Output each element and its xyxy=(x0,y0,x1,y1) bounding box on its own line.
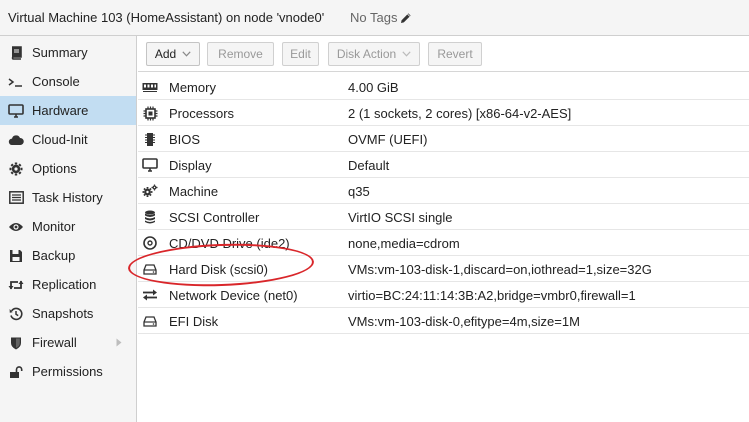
hardware-name: Hard Disk (scsi0) xyxy=(169,262,268,277)
shield-icon xyxy=(8,335,24,351)
history-icon xyxy=(8,306,24,322)
disk-action-button[interactable]: Disk Action xyxy=(328,42,420,66)
cogs-icon xyxy=(142,183,158,199)
hardware-value: q35 xyxy=(348,184,370,199)
table-row-processors[interactable]: Processors 2 (1 sockets, 2 cores) [x86-6… xyxy=(138,100,749,126)
sidebar-item-snapshots[interactable]: Snapshots xyxy=(0,299,136,328)
revert-button-label: Revert xyxy=(437,47,473,61)
chevron-right-icon[interactable] xyxy=(116,338,122,347)
sidebar-item-label: Options xyxy=(32,161,77,176)
sidebar-item-label: Hardware xyxy=(32,103,89,118)
table-row-bios[interactable]: BIOS OVMF (UEFI) xyxy=(138,126,749,152)
hardware-value: 4.00 GiB xyxy=(348,80,399,95)
sidebar-item-task-history[interactable]: Task History xyxy=(0,183,136,212)
memory-icon xyxy=(142,79,158,95)
sidebar-item-label: Console xyxy=(32,74,80,89)
sidebar-item-monitor[interactable]: Monitor xyxy=(0,212,136,241)
table-row-hard-disk[interactable]: Hard Disk (scsi0) VMs:vm-103-disk-1,disc… xyxy=(138,256,749,282)
chevron-down-icon xyxy=(182,51,191,57)
sidebar-item-label: Firewall xyxy=(32,335,77,350)
remove-button-label: Remove xyxy=(218,47,263,61)
hardware-name: Memory xyxy=(169,80,216,95)
title-bar: Virtual Machine 103 (HomeAssistant) on n… xyxy=(0,0,749,36)
terminal-icon xyxy=(8,74,24,90)
revert-button[interactable]: Revert xyxy=(428,42,482,66)
sidebar-item-replication[interactable]: Replication xyxy=(0,270,136,299)
hardware-name: Machine xyxy=(169,184,219,199)
table-row-cdrom[interactable]: CD/DVD Drive (ide2) none,media=cdrom xyxy=(138,230,749,256)
hardware-name: EFI Disk xyxy=(169,314,219,329)
sidebar-item-options[interactable]: Options xyxy=(0,154,136,183)
hdd-icon xyxy=(142,261,158,277)
hdd-icon xyxy=(142,313,158,329)
hardware-name: Display xyxy=(169,158,212,173)
microchip-icon xyxy=(142,131,158,147)
hardware-value: none,media=cdrom xyxy=(348,236,460,251)
add-button-label: Add xyxy=(154,47,177,61)
hardware-name: CD/DVD Drive (ide2) xyxy=(169,236,290,251)
chevron-down-icon xyxy=(402,51,411,57)
desktop-icon xyxy=(8,103,24,119)
page-title: Virtual Machine 103 (HomeAssistant) on n… xyxy=(8,10,325,25)
hardware-name: Processors xyxy=(169,106,235,121)
table-row-network-device[interactable]: Network Device (net0) virtio=BC:24:11:14… xyxy=(138,282,749,308)
hardware-name: SCSI Controller xyxy=(169,210,260,225)
table-row-machine[interactable]: Machine q35 xyxy=(138,178,749,204)
tags-label: No Tags xyxy=(350,10,398,25)
hardware-value: VirtIO SCSI single xyxy=(348,210,453,225)
sidebar-item-label: Task History xyxy=(32,190,103,205)
database-icon xyxy=(142,209,158,225)
hardware-value: OVMF (UEFI) xyxy=(348,132,428,147)
hardware-name: Network Device (net0) xyxy=(169,288,298,303)
cpu-icon xyxy=(142,105,158,121)
sidebar-item-label: Replication xyxy=(32,277,97,292)
sidebar-item-label: Permissions xyxy=(32,364,103,379)
sidebar-item-label: Monitor xyxy=(32,219,76,234)
eye-icon xyxy=(8,219,24,235)
sidebar-item-label: Snapshots xyxy=(32,306,94,321)
gear-icon xyxy=(8,161,24,177)
sidebar-item-console[interactable]: Console xyxy=(0,67,136,96)
pencil-icon[interactable] xyxy=(400,12,412,24)
list-icon xyxy=(8,190,24,206)
sidebar-item-hardware[interactable]: Hardware xyxy=(0,96,136,125)
retweet-icon xyxy=(8,277,24,293)
edit-button-label: Edit xyxy=(290,47,311,61)
disk-action-button-label: Disk Action xyxy=(336,47,397,61)
sidebar-item-permissions[interactable]: Permissions xyxy=(0,357,136,386)
hardware-value: 2 (1 sockets, 2 cores) [x86-64-v2-AES] xyxy=(348,106,572,121)
sidebar-item-label: Backup xyxy=(32,248,76,263)
tags-editor[interactable]: No Tags xyxy=(350,10,412,25)
table-row-efi-disk[interactable]: EFI Disk VMs:vm-103-disk-0,efitype=4m,si… xyxy=(138,308,749,334)
sidebar-item-label: Summary xyxy=(32,45,88,60)
book-icon xyxy=(8,45,24,61)
add-button[interactable]: Add xyxy=(146,42,200,66)
edit-button[interactable]: Edit xyxy=(282,42,319,66)
hardware-value: virtio=BC:24:11:14:3B:A2,bridge=vmbr0,fi… xyxy=(348,288,636,303)
cloud-icon xyxy=(8,132,24,148)
unlock-icon xyxy=(8,364,24,380)
hardware-toolbar: Add Remove Edit Disk Action Revert xyxy=(138,36,749,72)
sidebar-item-summary[interactable]: Summary xyxy=(0,38,136,67)
sidebar-item-firewall[interactable]: Firewall xyxy=(0,328,136,357)
hardware-value: VMs:vm-103-disk-0,efitype=4m,size=1M xyxy=(348,314,580,329)
cdrom-icon xyxy=(142,235,158,251)
remove-button[interactable]: Remove xyxy=(207,42,274,66)
sidebar-item-backup[interactable]: Backup xyxy=(0,241,136,270)
sidebar-item-cloud-init[interactable]: Cloud-Init xyxy=(0,125,136,154)
sidebar-item-label: Cloud-Init xyxy=(32,132,88,147)
exchange-icon xyxy=(142,287,158,303)
floppy-icon xyxy=(8,248,24,264)
sidebar: Summary Console Hardware Cloud-Init Opti… xyxy=(0,36,137,422)
hardware-name: BIOS xyxy=(169,132,201,147)
table-row-display[interactable]: Display Default xyxy=(138,152,749,178)
hardware-value: VMs:vm-103-disk-1,discard=on,iothread=1,… xyxy=(348,262,652,277)
hardware-value: Default xyxy=(348,158,390,173)
table-row-scsi-controller[interactable]: SCSI Controller VirtIO SCSI single xyxy=(138,204,749,230)
desktop-icon xyxy=(142,157,158,173)
table-row-memory[interactable]: Memory 4.00 GiB xyxy=(138,74,749,100)
